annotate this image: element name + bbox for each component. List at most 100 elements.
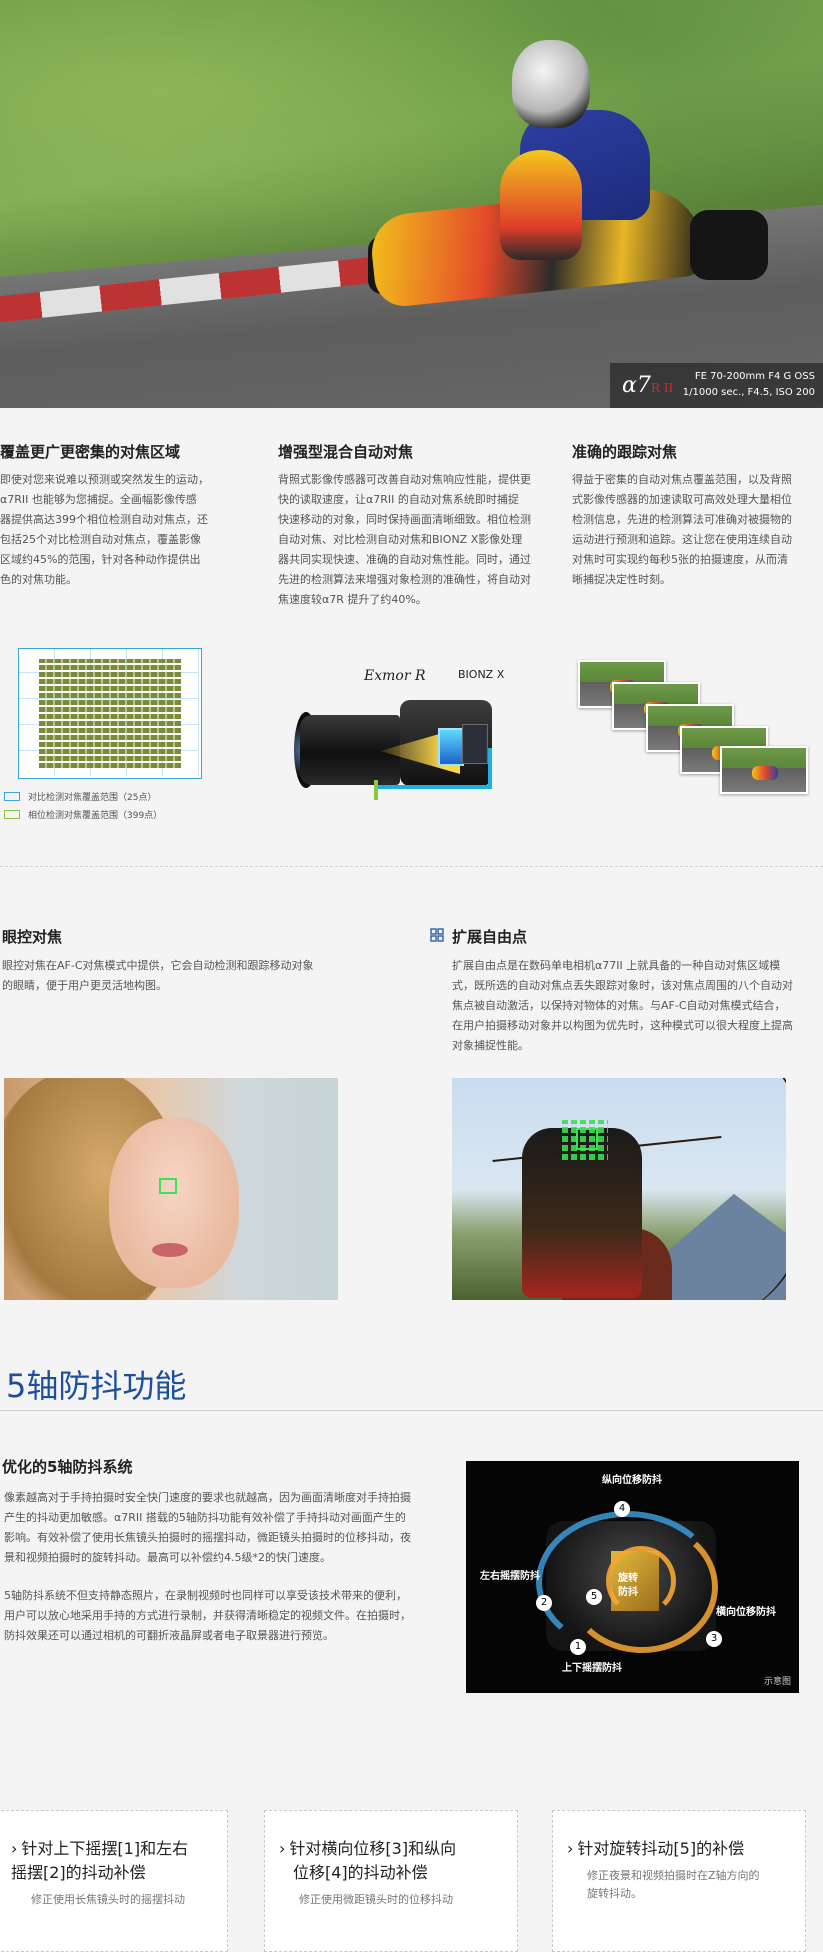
axis-number: 3 — [706, 1631, 722, 1647]
kart-thumbnail — [752, 766, 778, 780]
body-line: 的眼睛，便于用户更灵活地构图。 — [2, 979, 167, 992]
eye-af-sample-photo — [4, 1078, 338, 1300]
card-body: 修正使用长焦镜头时的摇摆抖动 — [31, 1893, 185, 1906]
exmor-r-logo: Exmor R — [364, 668, 426, 684]
card-title: › 针对旋转抖动[5]的补偿 — [567, 1839, 745, 1858]
section-heading-5axis: 5轴防抖功能 — [6, 1367, 187, 1405]
camera-model-logo: α7R II — [622, 373, 674, 398]
flexible-spot-body: 扩展自由点是在数码单电相机α77II 上就具备的一种自动对焦区域模 式，既所选的… — [452, 956, 802, 1056]
eye-af-frame — [159, 1178, 177, 1194]
illustration-note: 示意图 — [763, 1677, 791, 1687]
axis-number: 1 — [570, 1639, 586, 1655]
card-body: 修正使用微距镜头时的位移抖动 — [299, 1893, 453, 1906]
legend-swatch-contrast — [4, 792, 20, 801]
eye-af-body: 眼控对焦在AF-C对焦模式中提供，它会自动检测和跟踪移动对象 的眼睛，便于用户更… — [2, 956, 342, 996]
body-line: 景和视频拍摄时的旋转抖动。最高可以补偿约4.5级*2的快门速度。 — [4, 1551, 331, 1564]
label-horizontal-shift: 横向位移防抖 — [716, 1607, 776, 1618]
body-line: 式影像传感器的加速读取可高效处理大量相位 — [572, 493, 792, 506]
body-line: 器共同实现快速、准确的自动对焦性能。同时，通过 — [278, 553, 531, 566]
body-line: 扩展自由点是在数码单电相机α77II 上就具备的一种自动对焦区域模 — [452, 959, 781, 972]
body-line: 色的对焦功能。 — [0, 573, 77, 586]
body-line: 像素越高对于手持拍摄时安全快门速度的要求也就越高，因为画面清晰度对手持拍摄 — [4, 1491, 411, 1504]
compensation-card-pitch-yaw: › 针对上下摇摆[1]和左右 摇摆[2]的抖动补偿 修正使用长焦镜头时的摇摆抖动 — [0, 1810, 228, 1952]
chevron-right-icon: › — [11, 1839, 18, 1858]
card-body: 修正夜景和视频拍摄时在Z轴方向的 旋转抖动。 — [587, 1869, 760, 1900]
label-vertical-shift: 纵向位移防抖 — [602, 1475, 662, 1486]
body-line: 对焦时可实现约每秒5张的拍摄速度，从而清 — [572, 553, 788, 566]
body-line: 用户可以放心地采用手持的方式进行录制，并获得清晰稳定的视频文件。在拍摄时， — [4, 1609, 411, 1622]
feature-body-tracking-af: 得益于密集的自动对焦点覆盖范围，以及背照 式影像传感器的加速读取可高效处理大量相… — [572, 470, 812, 590]
lens-info: FE 70-200mm F4 G OSS — [694, 371, 815, 382]
body-line: 运动进行预测和追踪。这让您在使用连续自动 — [572, 533, 792, 546]
phase-af-points — [39, 659, 181, 768]
chevron-right-icon: › — [279, 1839, 286, 1858]
image-sensor — [438, 728, 464, 766]
compensation-card-shift: › 针对横向位移[3]和纵向 位移[4]的抖动补偿 修正使用微距镜头时的位移抖动 — [264, 1810, 518, 1952]
label-yaw: 左右摇摆防抖 — [480, 1571, 540, 1582]
axis-number: 4 — [614, 1501, 630, 1517]
label-pitch: 上下摇摆防抖 — [562, 1663, 622, 1674]
body-line: 检测信息，先进的检测算法可准确对被摄物的 — [572, 513, 792, 526]
flexible-spot-sample-photo — [452, 1078, 786, 1300]
photo-bow — [612, 1078, 786, 1300]
body-line: 快的读取速度，让α7RII 的自动对焦系统即时捕捉 — [278, 493, 519, 506]
processor-chip — [462, 724, 488, 764]
kart-rear-wheel — [690, 210, 768, 280]
data-flow-arrow — [488, 748, 492, 788]
body-line: 自动对焦、对比检测自动对焦和BIONZ X影像处理 — [278, 533, 523, 546]
photo-lips — [152, 1243, 188, 1257]
body-line: 眼控对焦在AF-C对焦模式中提供，它会自动检测和跟踪移动对象 — [2, 959, 314, 972]
eye-af-title: 眼控对焦 — [2, 928, 63, 946]
body-line: 区域约45%的范围，针对各种动作提供出 — [0, 553, 201, 566]
data-flow-arrow — [378, 785, 492, 789]
body-line: 焦速度较α7R 提升了约40%。 — [278, 593, 427, 606]
legend-label-contrast: 对比检测对焦覆盖范围（25点） — [28, 793, 157, 803]
body-line: 式，既所选的自动对焦点丢失跟踪对象时，该对焦点周围的八个自动对 — [452, 979, 793, 992]
exposure-info: 1/1000 sec., F4.5, ISO 200 — [682, 387, 815, 398]
stabilization-diagram: 4 2 5 3 1 纵向位移防抖 左右摇摆防抖 横向位移防抖 上下摇摆防抖 旋转… — [466, 1461, 799, 1693]
body-line: 包括25个对比检测自动对焦点，覆盖影像 — [0, 533, 201, 546]
kart-nose-panel — [500, 150, 582, 260]
roll-arc — [606, 1546, 676, 1616]
body-line: 产生的抖动更加敏感。α7RII 搭载的5轴防抖功能有效补偿了手持抖动对画面产生的 — [4, 1511, 406, 1524]
hero-banner: α7R II FE 70-200mm F4 G OSS 1/1000 sec.,… — [0, 0, 823, 408]
body-line: 对象捕捉性能。 — [452, 1039, 529, 1052]
body-line: 快速移动的对象，同时保持画面清晰细致。相位检测 — [278, 513, 531, 526]
feature-title-hybrid-af: 增强型混合自动对焦 — [278, 443, 414, 461]
photo-face — [109, 1118, 239, 1288]
card-title: › 针对横向位移[3]和纵向 位移[4]的抖动补偿 — [279, 1839, 457, 1882]
body-line: 5轴防抖系统不但支持静态照片，在录制视频时也同样可以享受该技术带来的便利， — [4, 1589, 407, 1602]
body-line: 先进的检测算法来增强对象检测的准确性，将自动对 — [278, 573, 531, 586]
feature-title-wide-coverage: 覆盖更广更密集的对焦区域 — [0, 443, 181, 461]
axis-number: 2 — [536, 1595, 552, 1611]
body-line: 即使对您来说难以预测或突然发生的运动， — [0, 473, 209, 486]
section-divider — [0, 866, 823, 867]
af-flow-arrow — [374, 780, 378, 800]
label-roll: 旋转 — [618, 1573, 638, 1584]
label-roll: 防抖 — [618, 1587, 638, 1598]
tracking-frame — [720, 746, 808, 794]
body-line: 晰捕捉决定性时刻。 — [572, 573, 671, 586]
axis-number: 5 — [586, 1589, 602, 1605]
hero-photo-info-badge: α7R II FE 70-200mm F4 G OSS 1/1000 sec.,… — [610, 363, 823, 408]
grid-icon — [430, 927, 444, 942]
body-line: 得益于密集的自动对焦点覆盖范围，以及背照 — [572, 473, 792, 486]
body-line: 器提供高达399个相位检测自动对焦点，还 — [0, 513, 208, 526]
driver-helmet — [512, 40, 590, 128]
body-line: 背照式影像传感器可改善自动对焦响应性能，提供更 — [278, 473, 531, 486]
af-focus-frame — [576, 1128, 598, 1150]
compensation-card-roll: › 针对旋转抖动[5]的补偿 修正夜景和视频拍摄时在Z轴方向的 旋转抖动。 — [552, 1810, 806, 1952]
card-title: › 针对上下摇摆[1]和左右 摇摆[2]的抖动补偿 — [11, 1839, 189, 1882]
stabilization-para1: 像素越高对于手持拍摄时安全快门速度的要求也就越高，因为画面清晰度对手持拍摄 产生… — [4, 1488, 434, 1568]
af-coverage-grid-diagram — [18, 648, 202, 779]
feature-body-hybrid-af: 背照式影像传感器可改善自动对焦响应性能，提供更 快的读取速度，让α7RII 的自… — [278, 470, 546, 610]
body-line: α7RII 也能够为您捕捉。全画幅影像传感 — [0, 493, 197, 506]
feature-title-tracking-af: 准确的跟踪对焦 — [572, 443, 678, 461]
stabilization-subtitle: 优化的5轴防抖系统 — [2, 1458, 133, 1476]
chevron-right-icon: › — [567, 1839, 574, 1858]
heading-rule — [0, 1410, 823, 1411]
body-line: 焦点被自动激活，以保持对物体的对焦。与AF-C自动对焦模式结合， — [452, 999, 786, 1012]
body-line: 在用户拍摄移动对象并以构图为优先时，这种模式可以很大程度上提高 — [452, 1019, 793, 1032]
body-line: 影响。有效补偿了使用长焦镜头拍摄时的摇摆抖动，微距镜头拍摄时的位移抖动，夜 — [4, 1531, 411, 1544]
stabilization-para2: 5轴防抖系统不但支持静态照片，在录制视频时也同样可以享受该技术带来的便利， 用户… — [4, 1586, 434, 1646]
